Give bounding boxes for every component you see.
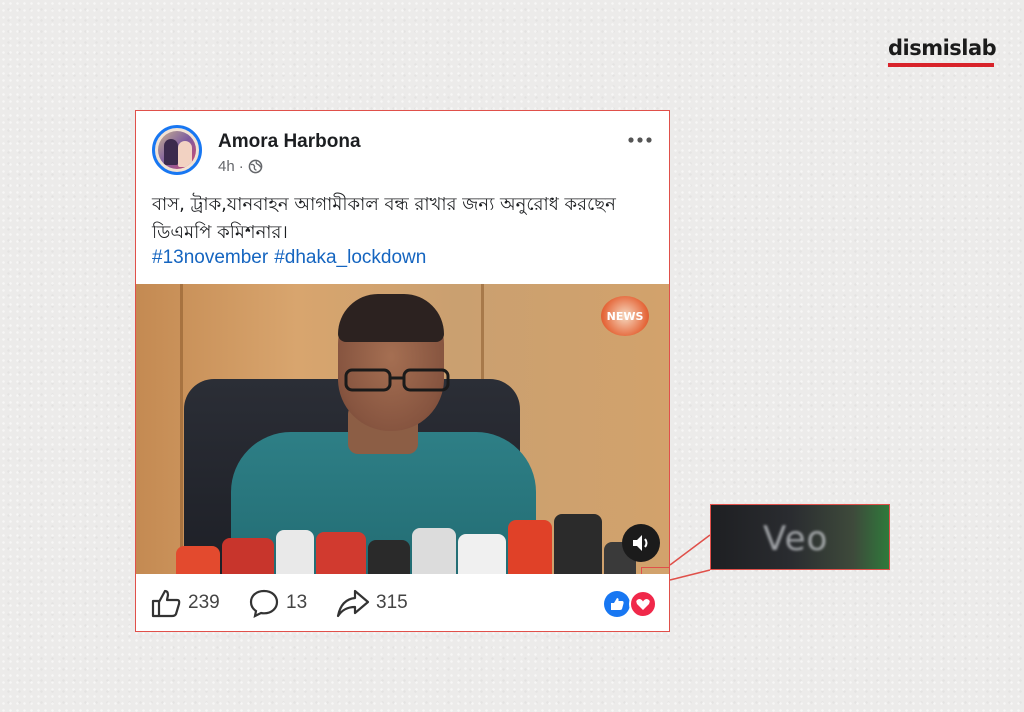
veo-watermark-text: Veo [763,519,829,559]
reaction-icons[interactable] [603,590,659,618]
microphone [412,528,456,574]
logo-text: dismislab [888,36,997,60]
microphone [508,520,552,574]
post-time[interactable]: 4h [218,158,235,175]
microphone [176,546,220,574]
volume-icon [633,535,648,551]
post-actions: 239 13 315 [150,587,659,627]
hashtag-link[interactable]: #dhaka_lockdown [274,247,426,268]
like-icon [151,589,181,618]
globe-icon [248,159,263,174]
comment-button[interactable]: 13 [248,587,307,619]
more-options-icon[interactable] [627,135,653,145]
dismislab-logo: dismislab [888,36,997,67]
video-player[interactable]: NEWS [136,284,669,574]
microphone [368,540,410,574]
microphone [458,534,506,574]
avatar[interactable] [152,125,202,175]
like-button[interactable]: 239 [150,587,220,619]
glasses [344,368,450,392]
watermark-highlight [641,567,669,574]
comment-icon [249,589,279,618]
logo-underline [888,63,994,67]
comment-count: 13 [286,592,308,613]
microphone [316,532,366,574]
hashtag-link[interactable]: #13november [152,247,268,268]
share-button[interactable]: 315 [336,587,408,619]
post-caption: বাস, ট্রাক,যানবাহন আগামীকাল বন্ধ রাখার জ… [152,194,616,243]
post-header: Amora Harbona 4h · [152,125,653,181]
news-channel-logo: NEWS [601,296,649,336]
facebook-post-card: Amora Harbona 4h · বাস, ট্রাক,যানবাহন আগ… [135,110,670,632]
microphone [554,514,602,574]
microphone [276,530,314,574]
author-name[interactable]: Amora Harbona [218,131,361,153]
like-count: 239 [188,592,220,613]
sound-toggle-button[interactable] [622,524,660,562]
microphone [222,538,274,574]
share-count: 315 [376,592,408,613]
share-icon [336,589,370,618]
hashtags: #13november #dhaka_lockdown [152,247,432,269]
watermark-zoom-inset: Veo [710,504,890,570]
post-meta: 4h · [218,158,263,175]
